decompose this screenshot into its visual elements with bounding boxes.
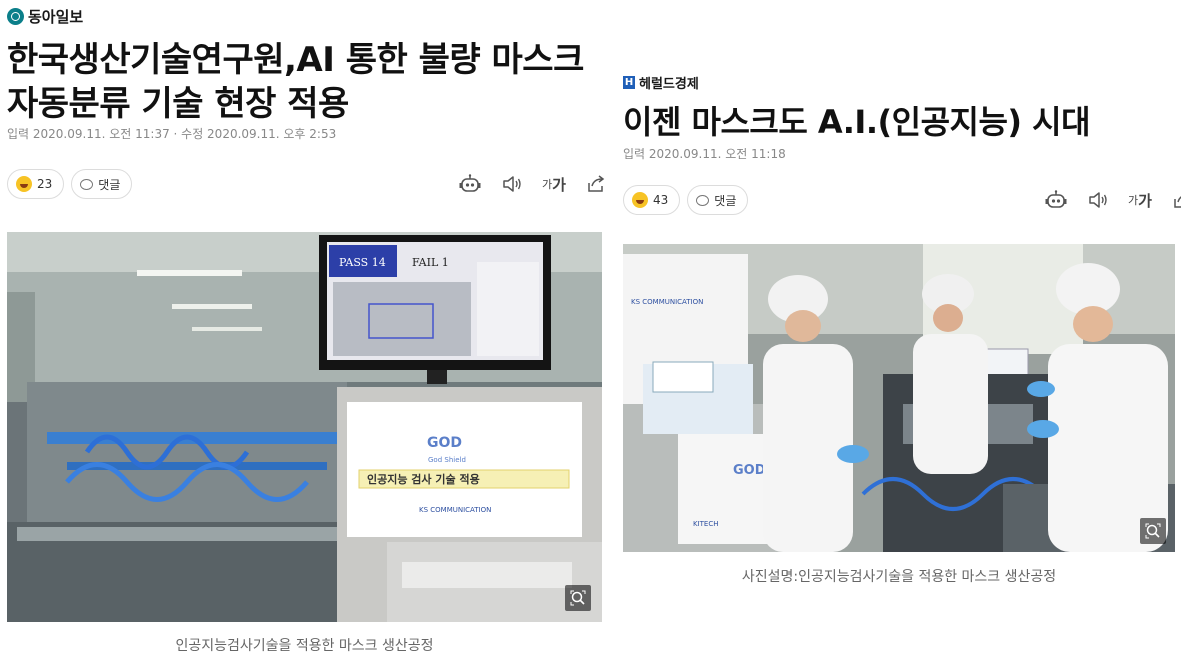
left-comment-button[interactable]: 댓글 bbox=[71, 169, 133, 199]
right-photo-caption: 사진설명:인공지능검사기술을 적용한 마스크 생산공정 bbox=[741, 569, 1057, 585]
svg-text:GOD: GOD bbox=[733, 463, 766, 478]
right-reactions-bar: 43 댓글 bbox=[623, 185, 749, 215]
speech-bubble-icon bbox=[696, 194, 710, 206]
font-size-button[interactable]: 가가 bbox=[542, 172, 566, 196]
font-size-button[interactable]: 가가 bbox=[1128, 188, 1152, 212]
right-reaction-button[interactable]: 43 bbox=[623, 185, 681, 215]
speaker-icon[interactable] bbox=[500, 172, 524, 196]
right-panel-kitech: KITECH bbox=[693, 520, 719, 528]
right-comment-label: 댓글 bbox=[714, 193, 737, 208]
monitor-fail-text: FAIL 1 bbox=[412, 256, 449, 269]
left-headline: 한국생산기술연구원,AI 통한 불량 마스크 자동분류 기술 현장 적용 bbox=[7, 38, 607, 126]
left-headline-line2: 자동분류 기술 현장 적용 bbox=[7, 84, 349, 124]
robot-icon[interactable] bbox=[1044, 188, 1068, 212]
right-toolbar: 가가 bbox=[1044, 188, 1181, 212]
donga-logo-icon bbox=[7, 8, 24, 25]
right-zoom-icon[interactable] bbox=[1140, 518, 1166, 544]
herald-brand-name: 헤럴드경제 bbox=[639, 77, 699, 92]
left-zoom-icon[interactable] bbox=[565, 585, 591, 611]
herald-logo-icon: H bbox=[623, 76, 635, 89]
left-reactions-bar: 23 댓글 bbox=[7, 169, 133, 199]
font-size-large-label: 가 bbox=[1138, 191, 1152, 210]
right-meta-dates: 입력 2020.09.11. 오전 11:18 bbox=[623, 147, 786, 161]
panel-ai-text: 인공지능 검사 기술 적용 bbox=[367, 472, 480, 486]
left-reaction-count: 23 bbox=[37, 177, 53, 191]
panel-brand-text: God Shield bbox=[428, 456, 466, 464]
share-icon[interactable] bbox=[584, 172, 608, 196]
left-comment-label: 댓글 bbox=[98, 177, 121, 192]
right-comment-button[interactable]: 댓글 bbox=[687, 185, 749, 215]
panel-company-text: KS COMMUNICATION bbox=[419, 506, 491, 514]
robot-icon[interactable] bbox=[458, 172, 482, 196]
share-icon[interactable] bbox=[1170, 188, 1181, 212]
right-article-photo[interactable]: KS COMMUNICATION GOD KITECH bbox=[623, 244, 1175, 552]
font-size-large-label: 가 bbox=[552, 175, 566, 194]
speaker-icon[interactable] bbox=[1086, 188, 1110, 212]
left-photo-caption: 인공지능검사기술을 적용한 마스크 생산공정 bbox=[175, 638, 434, 654]
smile-emoji-icon bbox=[16, 176, 32, 192]
monitor-pass-text: PASS 14 bbox=[339, 256, 386, 269]
left-toolbar: 가가 bbox=[458, 172, 608, 196]
right-panel-company-top: KS COMMUNICATION bbox=[631, 298, 703, 306]
herald-brand[interactable]: H 헤럴드경제 bbox=[623, 73, 699, 92]
font-size-small-label: 가 bbox=[542, 178, 553, 191]
speech-bubble-icon bbox=[80, 178, 94, 190]
svg-text:GOD: GOD bbox=[427, 435, 462, 451]
left-headline-line1: 한국생산기술연구원,AI 통한 불량 마스크 bbox=[7, 40, 584, 80]
donga-brand-name: 동아일보 bbox=[28, 8, 84, 26]
smile-emoji-icon bbox=[632, 192, 648, 208]
left-reaction-button[interactable]: 23 bbox=[7, 169, 65, 199]
left-meta-dates: 입력 2020.09.11. 오전 11:37 · 수정 2020.09.11.… bbox=[7, 127, 337, 141]
left-article-photo[interactable]: PASS 14 FAIL 1 GOD God Shield 인공지능 검사 기술… bbox=[7, 232, 602, 622]
font-size-small-label: 가 bbox=[1128, 194, 1139, 207]
right-reaction-count: 43 bbox=[653, 193, 669, 207]
right-headline: 이젠 마스크도 A.I.(인공지능) 시대 bbox=[623, 103, 1091, 141]
donga-brand[interactable]: 동아일보 bbox=[7, 6, 83, 27]
